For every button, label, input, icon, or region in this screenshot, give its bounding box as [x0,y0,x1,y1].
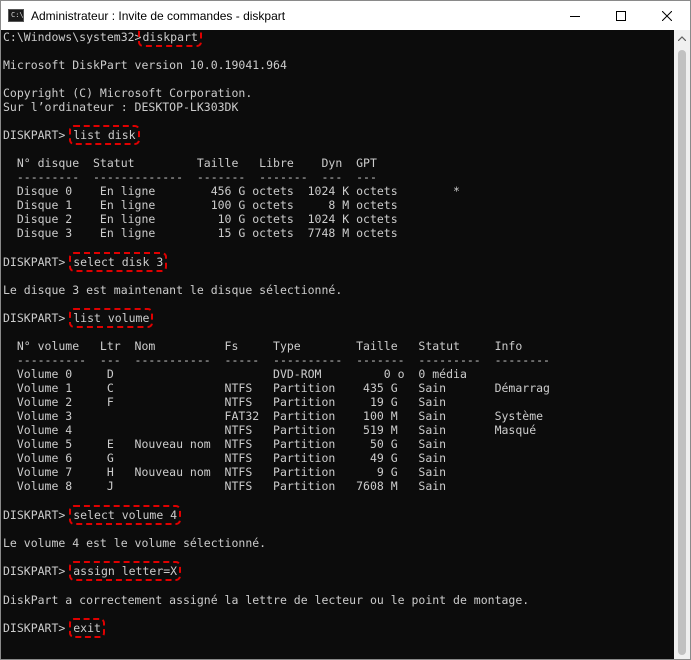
close-button[interactable] [644,1,690,30]
console-line: DISKPART> select volume 4 [3,505,182,525]
console-line: Copyright (C) Microsoft Corporation. [3,86,253,100]
window-controls [552,1,690,30]
table-row: Volume 3 FAT32 Partition 100 M Sain Syst… [3,409,544,423]
disk-table-header: N° disque Statut Taille Libre Dyn GPT [3,156,377,170]
prompt: DISKPART> [3,128,73,142]
volume-table-header: N° volume Ltr Nom Fs Type Taille Statut … [3,339,523,353]
table-row: Volume 0 D DVD-ROM 0 o 0 média [3,367,467,381]
table-row: Volume 8 J NTFS Partition 7608 M Sain [3,479,447,493]
table-row: Volume 5 E Nouveau nom NTFS Partition 50… [3,437,447,451]
vertical-scrollbar[interactable] [674,30,690,659]
console-line: DISKPART> select disk 3 [3,252,168,272]
window-title: Administrateur : Invite de commandes - d… [31,8,286,23]
command-select-disk: select disk 3 [69,252,168,272]
table-row: Volume 2 F NTFS Partition 19 G Sain [3,395,447,409]
console-line: C:\Windows\system32>diskpart [3,30,202,47]
console-line: DISKPART> exit [3,618,105,638]
prompt: DISKPART> [3,508,73,522]
table-row: Disque 3 En ligne 15 G octets 7748 M oct… [3,226,398,240]
command-exit: exit [69,618,105,638]
minimize-button[interactable] [552,1,598,30]
title-bar[interactable]: C:\ Administrateur : Invite de commandes… [1,1,690,30]
command-list-disk: list disk [69,125,140,145]
volume-table-separator: ---------- --- ----------- ----- -------… [3,353,550,367]
scroll-up-button[interactable] [674,30,690,46]
minimize-icon [570,15,580,17]
table-row: Disque 0 En ligne 456 G octets 1024 K oc… [3,184,460,198]
prompt: C:\Windows\system32> [3,30,142,44]
scrollbar-thumb[interactable] [678,50,686,655]
console-line: DISKPART> list disk [3,125,140,145]
app-icon-glyph: C:\ [11,11,24,19]
table-row: Disque 1 En ligne 100 G octets 8 M octet… [3,198,398,212]
table-row: Volume 1 C NTFS Partition 435 G Sain Dém… [3,381,550,395]
close-icon [662,10,672,21]
console-output[interactable]: C:\Windows\system32>diskpart Microsoft D… [1,30,674,659]
table-row: Disque 2 En ligne 10 G octets 1024 K oct… [3,212,398,226]
console-line: Sur l’ordinateur : DESKTOP-LK303DK [3,100,239,114]
console-line: Le disque 3 est maintenant le disque sél… [3,283,343,297]
console-line: DiskPart a correctement assigné la lettr… [3,593,530,607]
table-row: Volume 4 NTFS Partition 519 M Sain Masqu… [3,423,537,437]
disk-table-separator: --------- ------------- ------- ------- … [3,170,377,184]
console-line: DISKPART> assign letter=X [3,561,182,581]
console-line: DISKPART> list volume [3,308,154,328]
command-list-volume: list volume [69,308,154,328]
chevron-up-icon [678,35,686,41]
command-diskpart: diskpart [138,30,202,47]
table-row: Volume 6 G NTFS Partition 49 G Sain [3,451,447,465]
prompt: DISKPART> [3,564,73,578]
maximize-icon [616,10,626,21]
prompt: DISKPART> [3,621,73,635]
prompt: DISKPART> [3,255,73,269]
command-select-volume: select volume 4 [69,505,182,525]
console-window: C:\ Administrateur : Invite de commandes… [0,0,691,660]
console-line: Le volume 4 est le volume sélectionné. [3,536,267,550]
console-line: Microsoft DiskPart version 10.0.19041.96… [3,58,287,72]
console-app-icon[interactable]: C:\ [8,9,24,22]
table-row: Volume 7 H Nouveau nom NTFS Partition 9 … [3,465,447,479]
prompt: DISKPART> [3,311,73,325]
maximize-button[interactable] [598,1,644,30]
command-assign-letter: assign letter=X [69,561,182,581]
